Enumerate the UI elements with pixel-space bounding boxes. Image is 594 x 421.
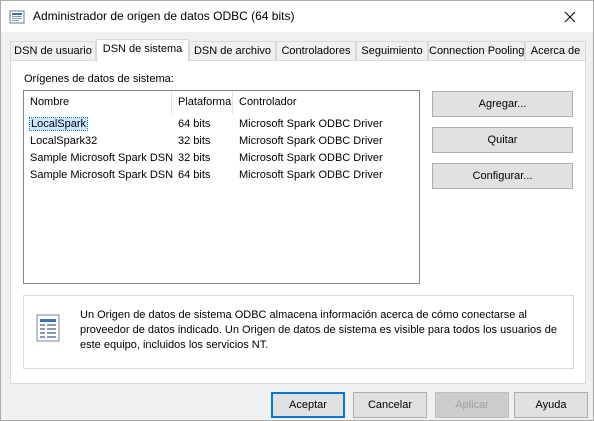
row-platform: 32 bits [178, 152, 211, 164]
column-header-platform[interactable]: Plataforma [172, 91, 233, 114]
tab-controladores[interactable]: Controladores [276, 41, 356, 61]
tab-connection-pooling[interactable]: Connection Pooling [428, 41, 525, 61]
odbc-dialog-window: Administrador de origen de datos ODBC (6… [0, 0, 594, 421]
window-title: Administrador de origen de datos ODBC (6… [33, 9, 295, 23]
column-header-driver[interactable]: Controlador [233, 91, 419, 114]
info-box: Un Origen de datos de sistema ODBC almac… [23, 295, 574, 369]
tab-dsn-usuario[interactable]: DSN de usuario [10, 41, 96, 61]
help-button[interactable]: Ayuda [514, 392, 588, 418]
title-bar[interactable]: Administrador de origen de datos ODBC (6… [1, 1, 593, 32]
row-name: LocalSpark [28, 117, 89, 131]
row-driver: Microsoft Spark ODBC Driver [239, 118, 383, 130]
apply-button[interactable]: Aplicar [435, 392, 509, 418]
row-driver: Microsoft Spark ODBC Driver [239, 169, 383, 181]
table-row[interactable]: LocalSpark32 32 bits Microsoft Spark ODB… [24, 133, 419, 150]
remove-button[interactable]: Quitar [432, 127, 573, 153]
row-driver: Microsoft Spark ODBC Driver [239, 152, 383, 164]
row-platform: 64 bits [178, 118, 211, 130]
row-name: LocalSpark32 [30, 135, 98, 147]
info-description: Un Origen de datos de sistema ODBC almac… [80, 309, 557, 351]
column-header-name[interactable]: Nombre [24, 91, 172, 114]
odbc-app-icon [9, 10, 25, 24]
add-button[interactable]: Agregar... [432, 91, 573, 117]
table-row[interactable]: Sample Microsoft Spark DSN 64 bits Micro… [24, 167, 419, 184]
table-row[interactable]: Sample Microsoft Spark DSN 32 bits Micro… [24, 150, 419, 167]
system-dsn-label: Orígenes de datos de sistema: [24, 73, 174, 85]
tab-strip: DSN de usuario DSN de sistema DSN de arc… [10, 39, 586, 62]
close-button[interactable] [547, 1, 593, 32]
list-header: Nombre Plataforma Controlador [24, 91, 419, 114]
cancel-button[interactable]: Cancelar [353, 392, 427, 418]
close-icon [564, 11, 576, 22]
tab-dsn-archivo[interactable]: DSN de archivo [189, 41, 276, 61]
tab-panel: Orígenes de datos de sistema: Nombre Pla… [10, 60, 586, 384]
row-platform: 64 bits [178, 169, 211, 181]
system-dsn-list[interactable]: Nombre Plataforma Controlador LocalSpark… [23, 90, 420, 284]
tab-dsn-sistema[interactable]: DSN de sistema [96, 39, 189, 62]
data-source-icon [36, 314, 60, 342]
configure-button[interactable]: Configurar... [432, 163, 573, 189]
table-row[interactable]: LocalSpark 64 bits Microsoft Spark ODBC … [24, 116, 419, 133]
ok-button[interactable]: Aceptar [271, 392, 345, 418]
row-name: Sample Microsoft Spark DSN [30, 152, 174, 164]
row-name: Sample Microsoft Spark DSN [30, 169, 174, 181]
row-platform: 32 bits [178, 135, 211, 147]
row-driver: Microsoft Spark ODBC Driver [239, 135, 383, 147]
tab-acerca-de[interactable]: Acerca de [525, 41, 586, 61]
tab-seguimiento[interactable]: Seguimiento [356, 41, 428, 61]
